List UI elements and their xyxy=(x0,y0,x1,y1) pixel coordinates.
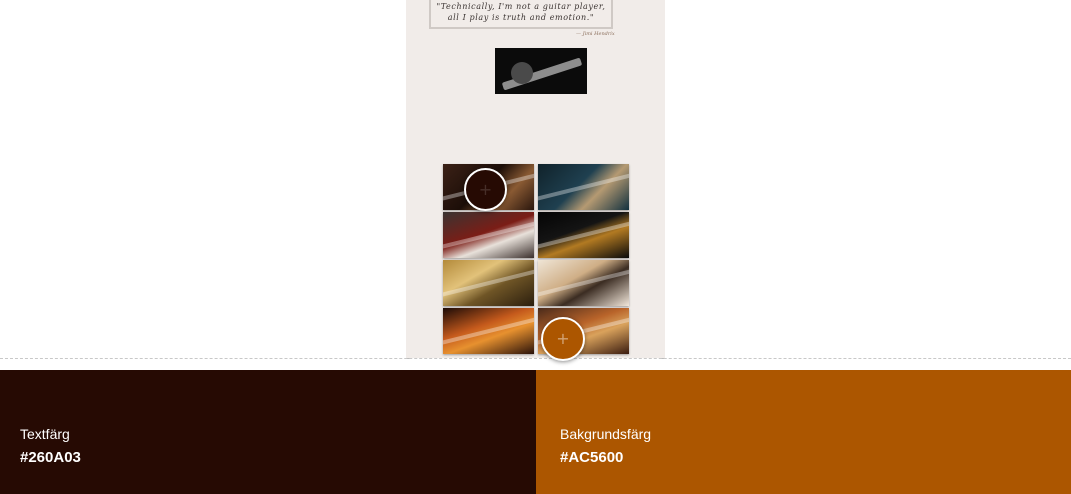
quote-line-2: all I play is truth and emotion." xyxy=(447,13,595,22)
guitar-image-tile xyxy=(443,308,534,354)
guitar-image-tile xyxy=(443,212,534,258)
text-color-picker-handle[interactable]: + xyxy=(464,168,507,211)
quote-box: "Technically, I'm not a guitar player, a… xyxy=(429,0,613,29)
background-color-hex: #AC5600 xyxy=(560,449,624,466)
guitar-image-tile xyxy=(443,260,534,306)
quote-line-1: "Technically, I'm not a guitar player, xyxy=(436,2,606,11)
website-preview: "Technically, I'm not a guitar player, a… xyxy=(406,0,665,358)
divider xyxy=(0,358,1071,359)
guitar-image-tile xyxy=(538,260,629,306)
text-color-hex: #260A03 xyxy=(20,449,81,466)
background-color-picker-handle[interactable]: + xyxy=(541,317,585,361)
quote-author: — Jimi Hendrix xyxy=(576,31,615,37)
guitar-image-tile xyxy=(538,212,629,258)
guitar-image-tile xyxy=(538,164,629,210)
background-color-label: Bakgrundsfärg xyxy=(560,426,652,442)
plus-icon: + xyxy=(556,329,570,348)
text-color-label: Textfärg xyxy=(20,426,70,442)
text-color-swatch[interactable]: Textfärg #260A03 xyxy=(0,370,536,494)
plus-icon: + xyxy=(478,179,493,199)
background-color-swatch[interactable]: Bakgrundsfärg #AC5600 xyxy=(536,370,1071,494)
hero-guitar-image xyxy=(495,48,587,94)
